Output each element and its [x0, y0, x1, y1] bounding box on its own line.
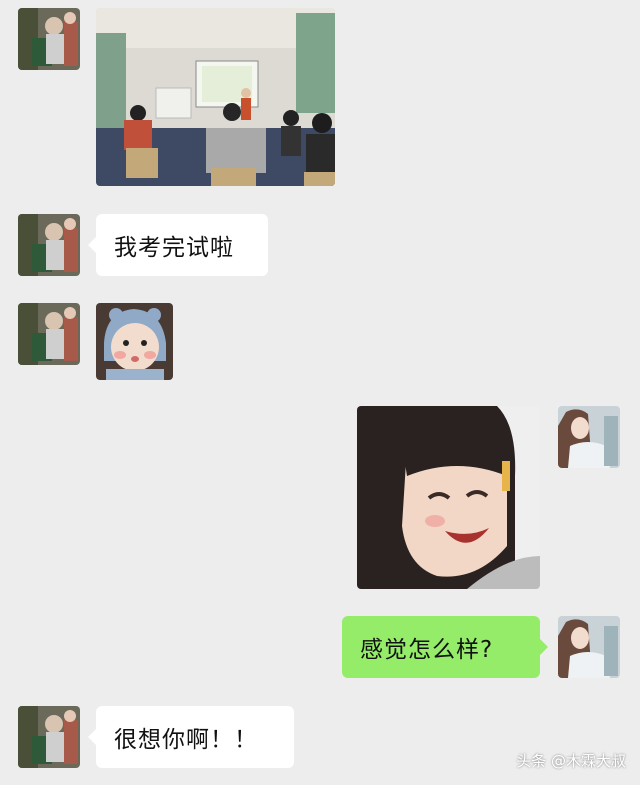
message-bubble[interactable]: 感觉怎么样? [342, 616, 548, 678]
message-bubble[interactable]: 我考完试啦 [88, 214, 268, 276]
bubble-tail [88, 237, 96, 253]
contact-avatar[interactable] [18, 8, 80, 70]
classroom-photo[interactable] [96, 8, 335, 186]
self-avatar[interactable] [558, 406, 620, 468]
laughing-girl-sticker[interactable] [357, 406, 540, 589]
message-bubble[interactable]: 很想你啊！！ [88, 706, 294, 768]
message-text: 感觉怎么样? [360, 637, 494, 663]
bubble-tail [540, 639, 548, 655]
watermark: 头条 @木霖大叔 [516, 752, 626, 770]
message-text: 我考完试啦 [114, 235, 234, 261]
message-text: 很想你啊！！ [114, 727, 258, 753]
contact-avatar[interactable] [18, 214, 80, 276]
contact-avatar[interactable] [18, 303, 80, 365]
contact-avatar[interactable] [18, 706, 80, 768]
self-avatar[interactable] [558, 616, 620, 678]
baby-sticker[interactable] [96, 303, 173, 380]
bubble-tail [88, 729, 96, 745]
